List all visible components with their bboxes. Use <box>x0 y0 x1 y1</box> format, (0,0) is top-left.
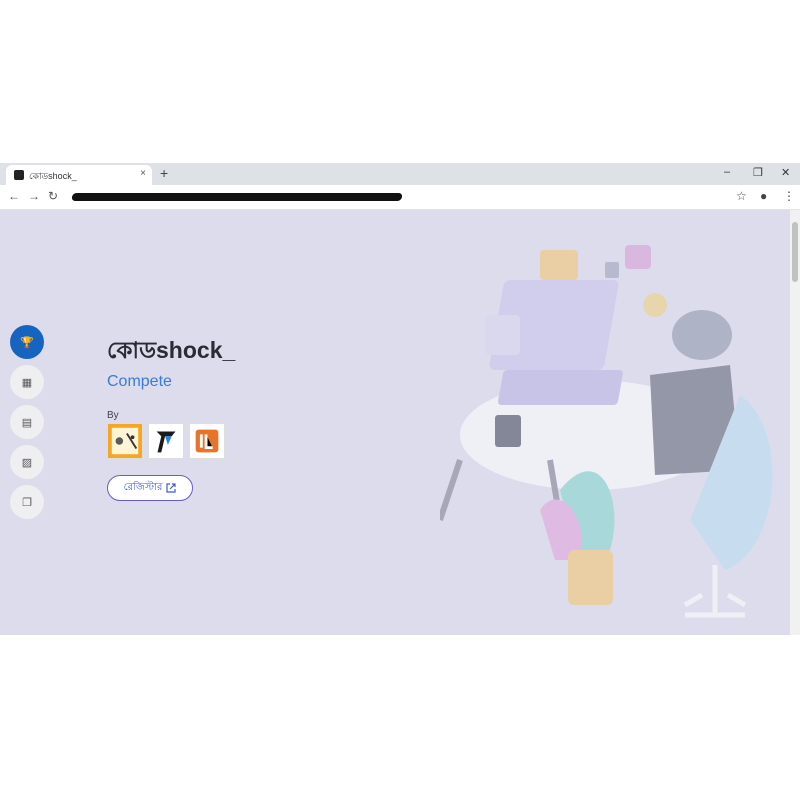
cards-icon: ❐ <box>22 496 32 509</box>
gallery-icon: ▨ <box>21 456 33 469</box>
page-title: Compete <box>107 373 172 390</box>
minimize-button[interactable]: – <box>724 166 730 178</box>
register-label: রেজিস্টার <box>123 481 163 493</box>
restore-button[interactable]: ❐ <box>753 166 763 179</box>
browser-toolbar: ← → ↻ ☆ ● ⋮ <box>0 185 800 210</box>
close-window-button[interactable]: ✕ <box>781 166 790 179</box>
organizer-logo-1[interactable] <box>107 423 143 459</box>
by-label: By <box>107 410 119 421</box>
tab-title: কোডshock_ <box>29 171 77 181</box>
organizer-logo-3[interactable] <box>189 423 225 459</box>
back-icon[interactable]: ← <box>8 189 20 203</box>
external-link-icon <box>166 483 177 493</box>
browser-tab[interactable]: কোডshock_ × <box>6 165 152 185</box>
sidebar-cards-button[interactable]: ❐ <box>10 485 44 519</box>
page-scrollbar[interactable] <box>790 210 800 635</box>
sidebar-gallery-button[interactable]: ▨ <box>10 445 44 479</box>
address-bar[interactable] <box>64 188 724 206</box>
menu-icon[interactable]: ⋮ <box>783 189 795 203</box>
calendar-icon: ▦ <box>21 376 33 389</box>
profile-icon[interactable]: ● <box>760 189 767 203</box>
schedule-icon: ▤ <box>21 416 33 429</box>
sidebar-trophy-button[interactable]: 🏆 <box>10 325 44 359</box>
redacted-url <box>71 193 403 201</box>
page-content: 🏆 ▦ ▤ ▨ ❐ কোডshock_ Compete By রেজিস্টার <box>0 210 790 635</box>
forward-icon[interactable]: → <box>28 189 40 203</box>
sidebar-schedule-button[interactable]: ▤ <box>10 405 44 439</box>
browser-window: কোডshock_ × + – ❐ ✕ ← → ↻ ☆ ● ⋮ 🏆 ▦ ▤ ▨ … <box>0 163 800 635</box>
tab-bar: কোডshock_ × + – ❐ ✕ <box>0 163 800 185</box>
register-button[interactable]: রেজিস্টার <box>107 475 193 501</box>
trophy-icon: 🏆 <box>20 336 34 349</box>
reload-icon[interactable]: ↻ <box>48 189 58 203</box>
site-logo: কোডshock_ <box>107 337 236 363</box>
new-tab-button[interactable]: + <box>160 165 168 181</box>
scrollbar-thumb[interactable] <box>792 222 798 282</box>
organizer-logo-2[interactable] <box>148 423 184 459</box>
sidebar-calendar-button[interactable]: ▦ <box>10 365 44 399</box>
tab-close-icon[interactable]: × <box>140 168 146 179</box>
desk-illustration <box>440 245 773 618</box>
favicon-icon <box>14 170 24 180</box>
bookmark-star-icon[interactable]: ☆ <box>736 189 747 203</box>
